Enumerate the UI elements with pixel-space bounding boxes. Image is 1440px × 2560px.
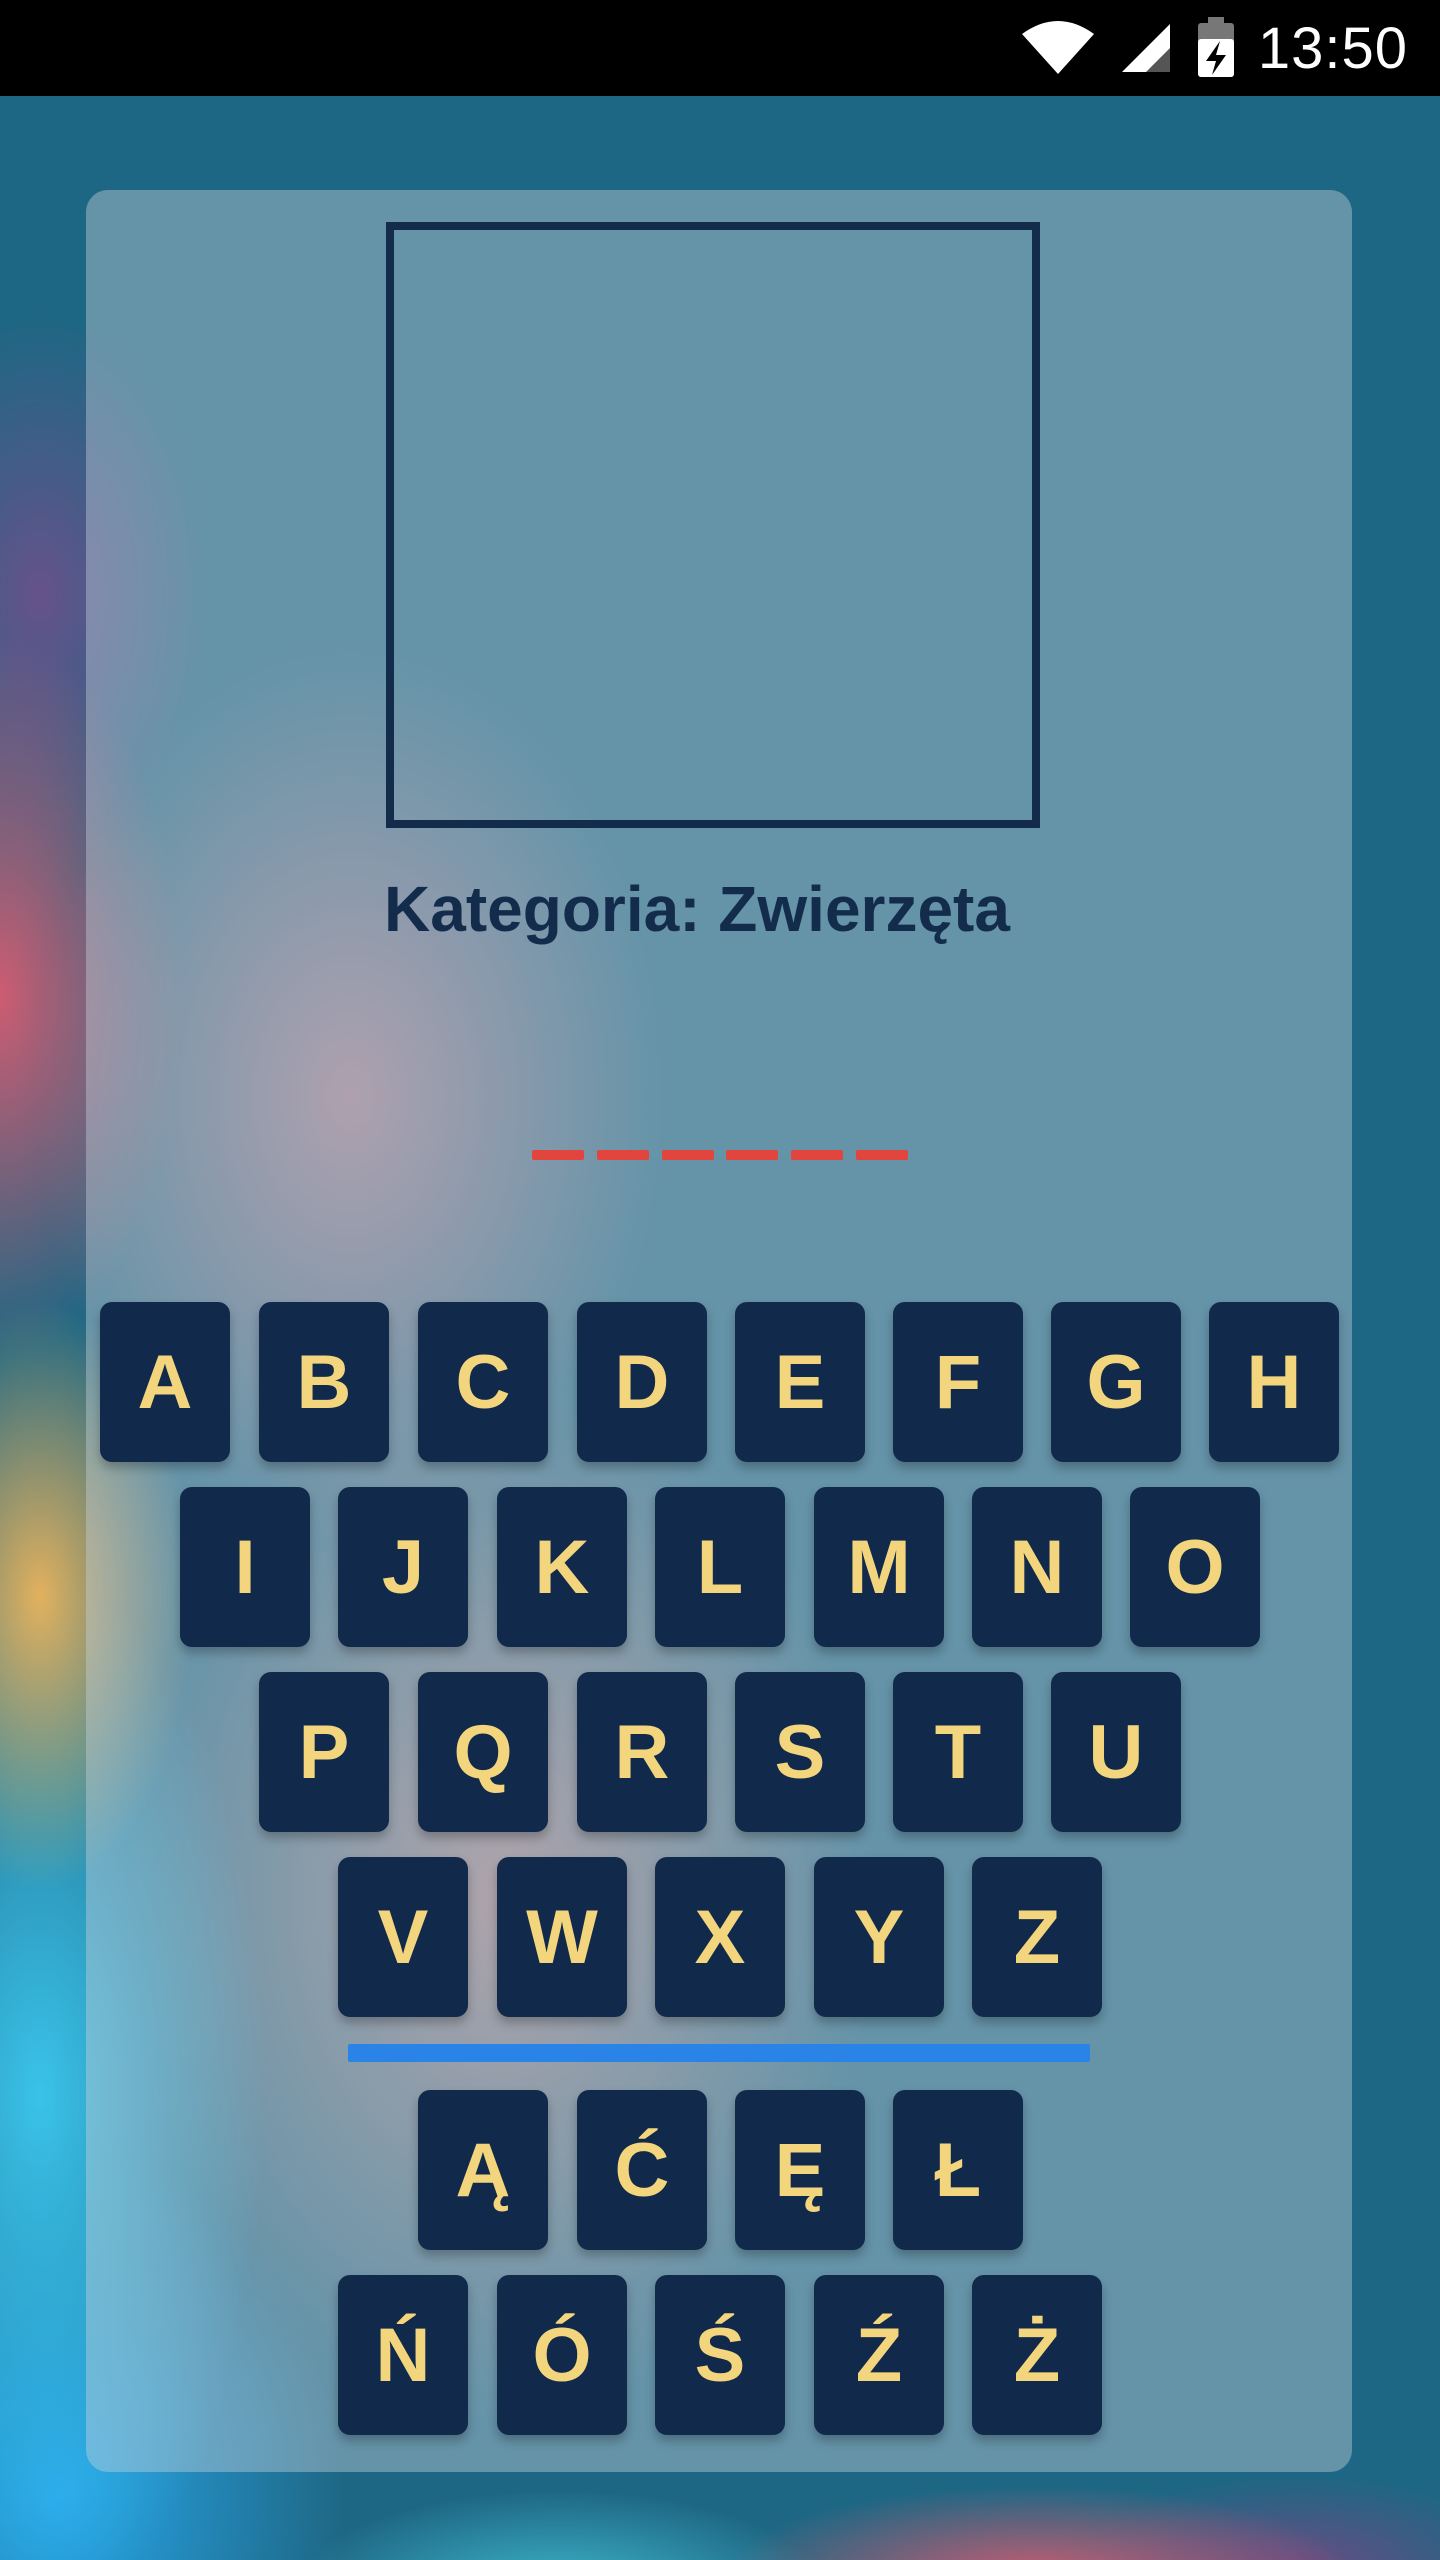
key-l-stroke[interactable]: Ł [893, 2090, 1023, 2250]
letter-slot [726, 1150, 779, 1160]
key-e[interactable]: E [735, 1302, 865, 1462]
key-n-acute[interactable]: Ń [338, 2275, 468, 2435]
hidden-word [532, 1150, 908, 1162]
key-c[interactable]: C [418, 1302, 548, 1462]
key-a-ogonek[interactable]: Ą [418, 2090, 548, 2250]
key-r[interactable]: R [577, 1672, 707, 1832]
key-b[interactable]: B [259, 1302, 389, 1462]
key-u[interactable]: U [1051, 1672, 1181, 1832]
key-k[interactable]: K [497, 1487, 627, 1647]
key-y[interactable]: Y [814, 1857, 944, 2017]
letter-slot [596, 1150, 649, 1160]
signal-icon [1121, 24, 1170, 72]
key-s[interactable]: S [735, 1672, 865, 1832]
letter-slot [791, 1150, 844, 1160]
key-d[interactable]: D [577, 1302, 707, 1462]
key-z[interactable]: Z [972, 1857, 1102, 2017]
key-l[interactable]: L [655, 1487, 785, 1647]
key-j[interactable]: J [338, 1487, 468, 1647]
battery-charging-icon [1197, 17, 1234, 77]
letter-slot [855, 1150, 908, 1160]
key-a[interactable]: A [100, 1302, 230, 1462]
hangman-drawing-area [386, 222, 1040, 828]
letter-slot [661, 1150, 714, 1160]
wifi-icon [1021, 21, 1094, 74]
key-t[interactable]: T [893, 1672, 1023, 1832]
key-q[interactable]: Q [418, 1672, 548, 1832]
key-n[interactable]: N [972, 1487, 1102, 1647]
key-z-acute[interactable]: Ź [814, 2275, 944, 2435]
key-w[interactable]: W [497, 1857, 627, 2017]
clock: 13:50 [1257, 15, 1408, 81]
key-c-acute[interactable]: Ć [577, 2090, 707, 2250]
key-z-dot[interactable]: Ż [972, 2275, 1102, 2435]
key-i[interactable]: I [180, 1487, 310, 1647]
key-m[interactable]: M [814, 1487, 944, 1647]
keyboard-separator [348, 2044, 1090, 2062]
key-v[interactable]: V [338, 1857, 468, 2017]
key-o-acute[interactable]: Ó [497, 2275, 627, 2435]
key-h[interactable]: H [1209, 1302, 1339, 1462]
key-s-acute[interactable]: Ś [655, 2275, 785, 2435]
key-e-ogonek[interactable]: Ę [735, 2090, 865, 2250]
key-p[interactable]: P [259, 1672, 389, 1832]
status-bar: 13:50 [0, 0, 1440, 96]
key-g[interactable]: G [1051, 1302, 1181, 1462]
key-o[interactable]: O [1130, 1487, 1260, 1647]
status-icons: 13:50 [1020, 0, 1408, 96]
category-label: Kategoria: Zwierzęta [384, 873, 1010, 945]
key-x[interactable]: X [655, 1857, 785, 2017]
letter-slot [532, 1150, 584, 1160]
key-f[interactable]: F [893, 1302, 1023, 1462]
